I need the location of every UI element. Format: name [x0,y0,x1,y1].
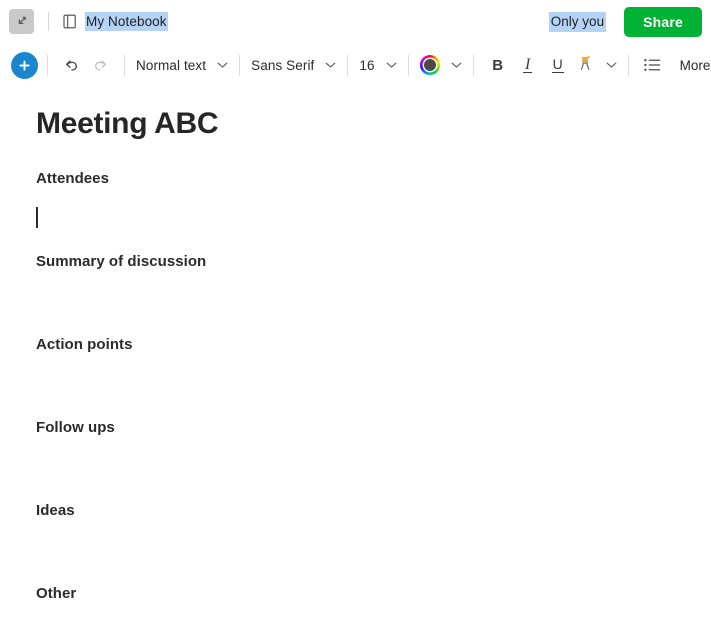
font-family-value: Sans Serif [251,57,315,73]
formatting-toolbar: Normal text Sans Serif 16 B I U More [0,43,711,87]
document-editor[interactable]: Meeting ABC Attendees Summary of discuss… [0,87,711,629]
section-body-other[interactable] [36,604,711,629]
highlighter-icon [575,53,595,78]
collapse-panel-button[interactable] [9,9,34,34]
section-heading-attendees[interactable]: Attendees [36,169,711,189]
redo-button[interactable] [86,51,115,80]
italic-label: I [522,56,533,73]
toolbar-divider [239,54,241,76]
bulleted-list-button[interactable] [638,51,667,80]
section-body-follow-ups[interactable] [36,438,711,501]
visibility-status[interactable]: Only you [548,11,607,32]
section-body-summary-of-discussion[interactable] [36,272,711,335]
text-caret [36,207,38,228]
notebook-icon [63,14,78,30]
chevron-down-icon [451,61,462,69]
section-body-attendees[interactable] [36,189,711,252]
share-button[interactable]: Share [624,6,702,37]
section-heading-other[interactable]: Other [36,584,711,604]
underline-label: U [551,56,564,73]
paragraph-style-value: Normal text [136,57,207,73]
section-heading-summary-of-discussion[interactable]: Summary of discussion [36,252,711,272]
more-label: More [679,57,711,73]
header-divider [48,12,49,31]
undo-icon [62,56,81,75]
chevron-down-icon [325,61,336,69]
plus-icon [17,58,32,73]
highlight-dropdown[interactable] [573,51,619,80]
section-heading-action-points[interactable]: Action points [36,335,711,355]
chevron-down-icon [217,61,228,69]
toolbar-divider [124,54,125,76]
text-color-dropdown[interactable] [418,51,464,80]
bold-button[interactable]: B [483,51,513,80]
bold-label: B [492,56,504,74]
font-size-dropdown[interactable]: 16 [357,51,398,80]
chevron-down-icon [606,61,617,69]
font-family-dropdown[interactable]: Sans Serif [249,51,338,80]
collapse-arrow-icon [15,15,29,29]
color-wheel-icon [419,55,440,75]
notebook-title[interactable]: My Notebook [85,12,168,31]
toolbar-divider [47,54,48,76]
section-body-ideas[interactable] [36,521,711,584]
bulleted-list-icon [643,57,662,73]
redo-icon [91,56,110,75]
chevron-down-icon [386,61,397,69]
app-header: My Notebook Only you Share [0,0,711,43]
section-heading-ideas[interactable]: Ideas [36,501,711,521]
more-dropdown[interactable]: More [667,51,711,80]
section-body-action-points[interactable] [36,355,711,418]
toolbar-divider [472,54,474,76]
undo-button[interactable] [57,51,86,80]
toolbar-divider [407,54,409,76]
font-size-value: 16 [359,57,375,73]
paragraph-style-dropdown[interactable]: Normal text [134,51,230,80]
document-title[interactable]: Meeting ABC [36,105,711,143]
italic-button[interactable]: I [513,51,543,80]
add-button[interactable] [11,51,38,79]
underline-button[interactable]: U [543,51,573,80]
toolbar-divider [627,54,629,76]
toolbar-divider [347,54,349,76]
section-heading-follow-ups[interactable]: Follow ups [36,418,711,438]
